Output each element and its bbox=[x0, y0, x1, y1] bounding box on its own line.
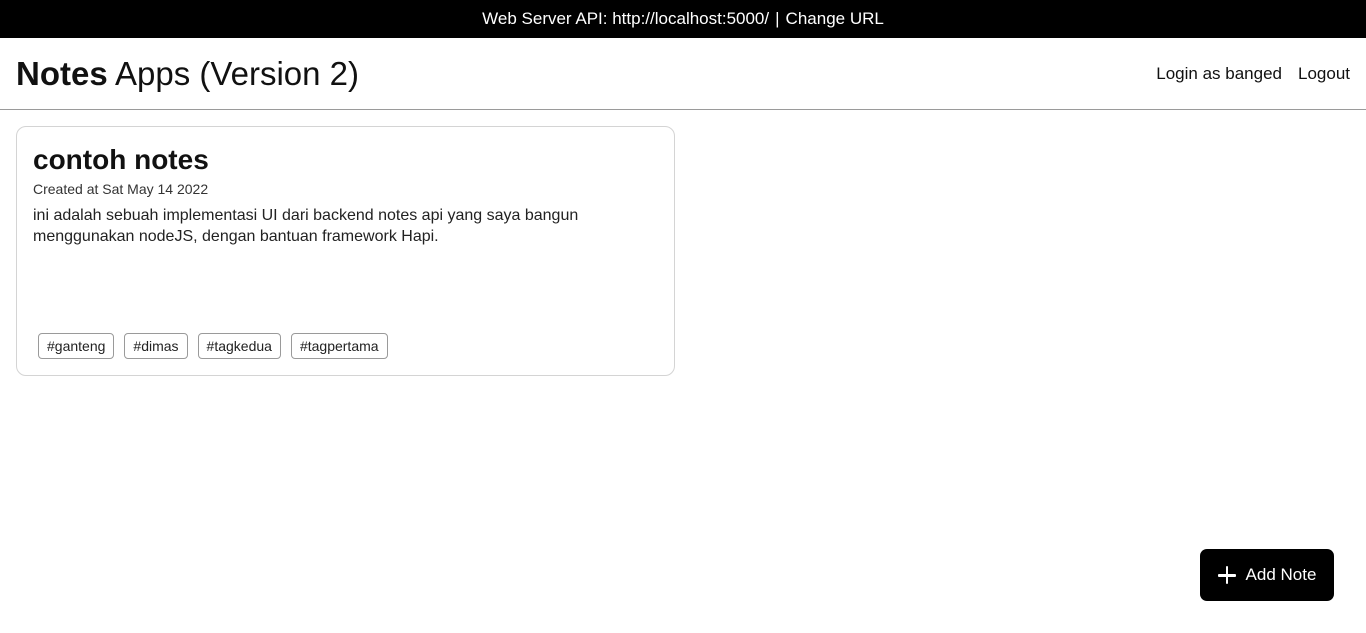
header-nav: Login as banged Logout bbox=[1156, 64, 1350, 84]
note-title: contoh notes bbox=[33, 144, 209, 175]
app-title-rest: Apps (Version 2) bbox=[115, 54, 360, 92]
change-url-link[interactable]: Change URL bbox=[786, 9, 884, 29]
note-tags: #ganteng #dimas #tagkedua #tagpertama bbox=[38, 333, 388, 359]
note-created-date: Created at Sat May 14 2022 bbox=[33, 181, 209, 197]
plus-icon bbox=[1217, 566, 1236, 584]
api-banner: Web Server API: http://localhost:5000/ |… bbox=[0, 0, 1366, 38]
logout-link[interactable]: Logout bbox=[1298, 64, 1350, 84]
add-note-label: Add Note bbox=[1245, 565, 1317, 584]
app-header: Notes Apps (Version 2) Login as banged L… bbox=[0, 38, 1366, 110]
note-card[interactable]: contoh notes Created at Sat May 14 2022 … bbox=[16, 126, 675, 376]
login-status-link[interactable]: Login as banged bbox=[1156, 64, 1282, 84]
note-body: ini adalah sebuah implementasi UI dari b… bbox=[33, 207, 579, 245]
api-url-text: Web Server API: http://localhost:5000/ bbox=[482, 9, 770, 28]
app-title: Notes Apps (Version 2) bbox=[16, 55, 359, 93]
separator: | bbox=[775, 9, 780, 28]
tag-chip[interactable]: #ganteng bbox=[38, 333, 115, 359]
tag-chip[interactable]: #tagkedua bbox=[197, 333, 281, 359]
tag-chip[interactable]: #dimas bbox=[124, 333, 188, 359]
add-note-button[interactable]: Add Note bbox=[1200, 549, 1334, 601]
app-title-strong: Notes bbox=[16, 54, 108, 92]
tag-chip[interactable]: #tagpertama bbox=[290, 333, 388, 359]
